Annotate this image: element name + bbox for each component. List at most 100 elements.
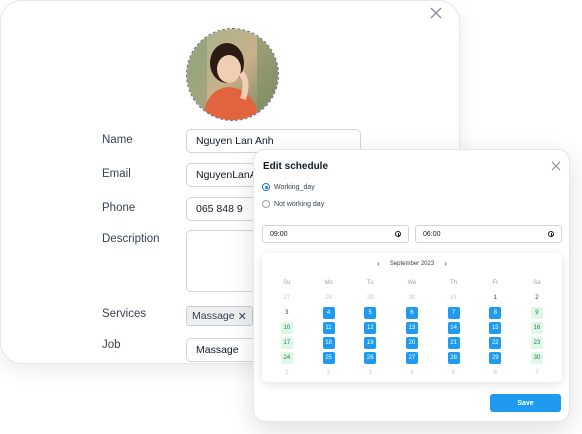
day-cell: 26	[349, 350, 391, 365]
close-icon[interactable]	[428, 5, 444, 21]
day-working[interactable]: 8	[489, 306, 502, 319]
day-working[interactable]: 18	[322, 336, 335, 349]
day-cell: 25	[308, 350, 350, 365]
day[interactable]: 28	[323, 292, 335, 304]
day-off[interactable]: 24	[280, 351, 293, 364]
email-label: Email	[102, 168, 131, 180]
day-cell: 29	[474, 350, 516, 365]
service-chip-label: Massage	[192, 310, 235, 322]
day-working[interactable]: 13	[405, 321, 418, 334]
weekday-label: Tu	[366, 279, 374, 286]
day[interactable]: 5	[448, 367, 460, 379]
radio-working-day[interactable]: Working_day	[262, 183, 315, 191]
day-working[interactable]: 26	[364, 351, 377, 364]
day-working[interactable]: 20	[405, 336, 418, 349]
day-cell: 19	[349, 335, 391, 350]
day-working[interactable]: 12	[364, 321, 377, 334]
day[interactable]: 2	[531, 292, 543, 304]
day[interactable]: 6	[489, 367, 501, 379]
avatar[interactable]	[186, 28, 279, 121]
day-cell: 7	[433, 305, 475, 320]
day-working[interactable]: 6	[405, 306, 418, 319]
day-cell: 31	[433, 290, 475, 305]
day[interactable]: 1	[489, 292, 501, 304]
day-cell: 28	[433, 350, 475, 365]
day-off[interactable]: 23	[530, 336, 543, 349]
day-working[interactable]: 21	[447, 336, 460, 349]
day-off[interactable]: 10	[280, 321, 293, 334]
day-cell: 12	[349, 320, 391, 335]
next-month-icon[interactable]: ›	[444, 259, 447, 268]
phone-label: Phone	[102, 202, 136, 214]
day-working[interactable]: 11	[322, 321, 335, 334]
day-cell: 4	[391, 365, 433, 380]
day[interactable]: 30	[406, 292, 418, 304]
day-cell: 27	[266, 290, 308, 305]
close-icon[interactable]	[550, 160, 562, 172]
day-cell: 5	[433, 365, 475, 380]
week-row: 3 4 5 6 7 8 9	[266, 305, 558, 320]
weekday-label: Th	[450, 279, 458, 286]
remove-chip-icon[interactable]: ✕	[238, 310, 247, 323]
name-label: Name	[102, 134, 133, 146]
day-off[interactable]: 30	[530, 351, 543, 364]
end-time-value: 06:00	[423, 230, 441, 238]
day-working[interactable]: 25	[322, 351, 335, 364]
weekday-label: Fr	[492, 279, 499, 286]
day[interactable]: 29	[364, 292, 376, 304]
day-off[interactable]: 9	[530, 306, 543, 319]
day-off[interactable]: 17	[280, 336, 293, 349]
day-working[interactable]: 27	[405, 351, 418, 364]
day[interactable]: 3	[281, 307, 293, 319]
job-label: Job	[102, 339, 121, 351]
day-cell: 20	[391, 335, 433, 350]
prev-month-icon[interactable]: ‹	[377, 259, 380, 268]
day-working[interactable]: 22	[489, 336, 502, 349]
day[interactable]: 3	[364, 367, 376, 379]
day[interactable]: 7	[531, 367, 543, 379]
day[interactable]: 2	[323, 367, 335, 379]
weekday-label: We	[407, 279, 417, 286]
day-cell: 1	[474, 290, 516, 305]
radio-unselected-icon	[262, 200, 270, 208]
description-label: Description	[102, 233, 160, 245]
weekday-label: Sa	[533, 279, 541, 286]
radio-selected-icon	[262, 183, 270, 191]
start-time-input[interactable]: 09:00	[262, 225, 409, 243]
day-working[interactable]: 14	[447, 321, 460, 334]
avatar-photo	[187, 29, 278, 120]
day-off[interactable]: 16	[530, 321, 543, 334]
week-row: 24 25 26 27 28 29 30	[266, 350, 558, 365]
day-cell: 22	[474, 335, 516, 350]
day-working[interactable]: 19	[364, 336, 377, 349]
day-cell: 30	[516, 350, 558, 365]
calendar: ‹ September 2023 › Su Mo Tu We Th Fr Sa 27 28 29 3…	[262, 253, 562, 382]
day[interactable]: 1	[281, 367, 293, 379]
day-working[interactable]: 4	[322, 306, 335, 319]
day-working[interactable]: 7	[447, 306, 460, 319]
day-cell: 21	[433, 335, 475, 350]
clock-icon	[548, 231, 554, 237]
day-cell: 30	[391, 290, 433, 305]
day-cell: 11	[308, 320, 350, 335]
day-cell: 18	[308, 335, 350, 350]
day[interactable]: 4	[406, 367, 418, 379]
end-time-input[interactable]: 06:00	[415, 225, 562, 243]
day-cell: 8	[474, 305, 516, 320]
day-cell: 4	[308, 305, 350, 320]
day-working[interactable]: 5	[364, 306, 377, 319]
day[interactable]: 27	[281, 292, 293, 304]
save-button[interactable]: Save	[490, 394, 561, 412]
day-working[interactable]: 29	[489, 351, 502, 364]
day-working[interactable]: 15	[489, 321, 502, 334]
day-cell: 24	[266, 350, 308, 365]
week-row: 10 11 12 13 14 15 16	[266, 320, 558, 335]
radio-not-working-day[interactable]: Not working day	[262, 200, 324, 208]
calendar-header: ‹ September 2023 ›	[262, 259, 562, 268]
day[interactable]: 31	[448, 292, 460, 304]
day-cell: 23	[516, 335, 558, 350]
day-cell: 1	[266, 365, 308, 380]
week-row: 27 28 29 30 31 1 2	[266, 290, 558, 305]
day-cell: 5	[349, 305, 391, 320]
day-working[interactable]: 28	[447, 351, 460, 364]
